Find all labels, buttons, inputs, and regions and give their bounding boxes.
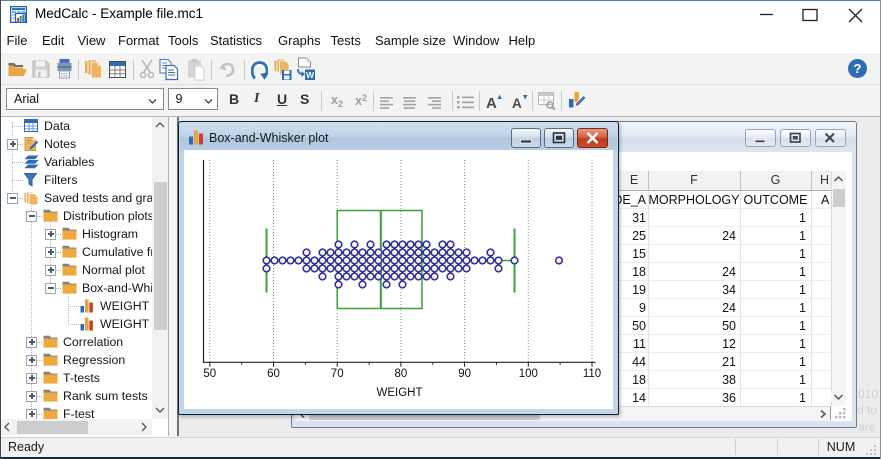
svg-text:?: ? [854, 61, 862, 76]
svg-text:100: 100 [518, 368, 537, 380]
svg-text:WEIGHT: WEIGHT [376, 387, 422, 399]
svg-text:W: W [306, 70, 315, 80]
svg-text:A: A [512, 96, 522, 110]
svg-text:A: A [486, 95, 497, 110]
svg-text:90: 90 [458, 368, 471, 380]
svg-text:50: 50 [203, 368, 216, 380]
svg-text:70: 70 [330, 368, 343, 380]
svg-text:110: 110 [582, 368, 600, 380]
svg-text:60: 60 [267, 368, 280, 380]
svg-text:80: 80 [394, 368, 407, 380]
